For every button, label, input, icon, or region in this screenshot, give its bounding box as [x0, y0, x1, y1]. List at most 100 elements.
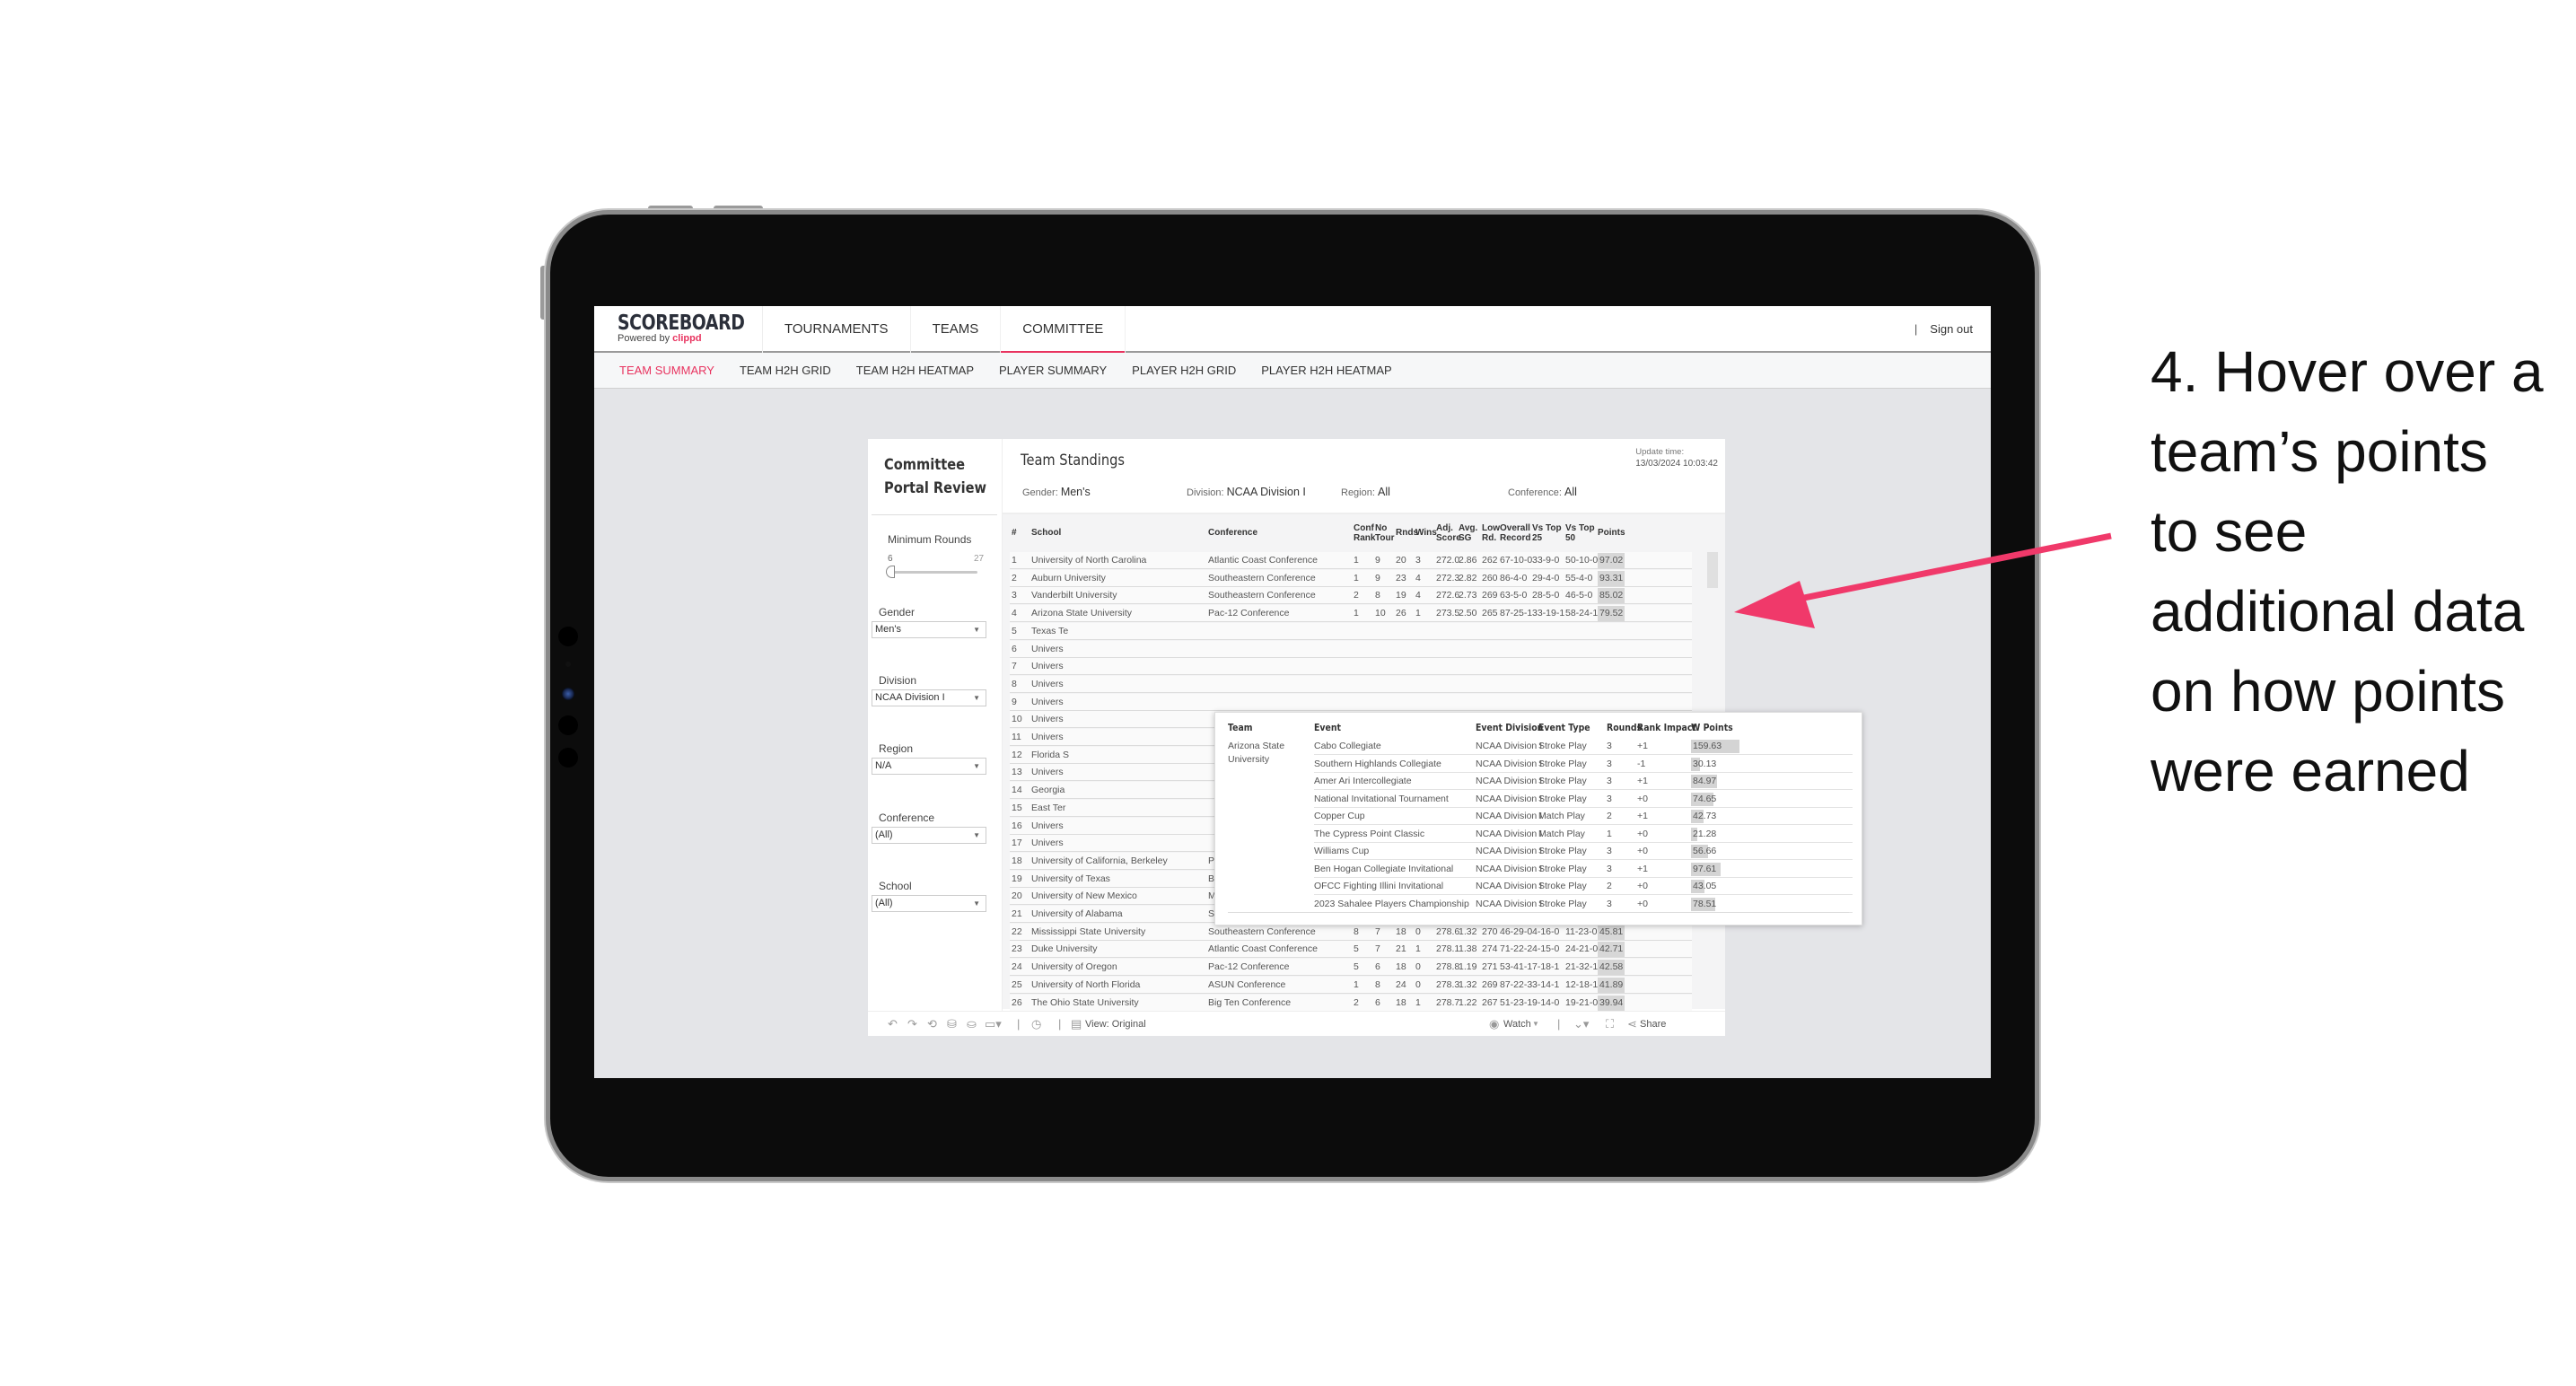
column-header-overall-record[interactable]: Overall Record [1500, 523, 1530, 543]
cell-wins: 4 [1415, 590, 1421, 601]
tab-player-h2h-grid[interactable]: PLAYER H2H GRID [1132, 353, 1236, 388]
watch-button[interactable]: Watch [1503, 1012, 1531, 1037]
nav-teams[interactable]: TEAMS [911, 306, 1002, 353]
tab-player-h2h-heatmap[interactable]: PLAYER H2H HEATMAP [1261, 353, 1391, 388]
cell-vs-top-25: 3-14-1 [1532, 978, 1560, 990]
cell-conf-rank: 1 [1354, 572, 1359, 583]
column-header-rank[interactable]: # [1012, 528, 1017, 538]
cell-points[interactable]: 41.89 [1598, 977, 1625, 993]
tooltip-cell-w-points: 159.63 [1693, 741, 1722, 751]
tooltip-cell-event-division: NCAA Division I [1476, 793, 1543, 804]
table-row[interactable]: 23 Duke University Atlantic Coast Conferen… [1010, 941, 1692, 959]
table-scrollbar[interactable] [1707, 552, 1718, 588]
column-header-vs-top-50[interactable]: Vs Top 50 [1565, 523, 1595, 543]
conference-dropdown[interactable]: (All) ▼ [872, 827, 986, 844]
sidebar-title-line2: Portal Review [884, 479, 987, 497]
tablet-camera [562, 688, 574, 700]
column-header-points[interactable]: Points [1598, 528, 1625, 538]
cell-vs-top-25: 7-18-1 [1532, 961, 1560, 973]
refresh-data-icon[interactable]: ⛁ [947, 1012, 957, 1037]
cell-conference: Southeastern Conference [1208, 572, 1316, 583]
gender-dropdown[interactable]: Men's ▼ [872, 621, 986, 638]
cell-rank: 7 [1012, 661, 1017, 672]
tooltip-cell-event-type: Stroke Play [1538, 846, 1587, 856]
view-icon: ▤ [1071, 1017, 1082, 1031]
download-icon[interactable]: ⌄▾ [1573, 1012, 1589, 1037]
column-header-no-tour[interactable]: No Tour [1375, 523, 1394, 543]
cell-rank: 21 [1012, 908, 1022, 919]
column-header-adj-score[interactable]: Adj. Score [1436, 523, 1461, 543]
tab-team-h2h-grid[interactable]: TEAM H2H GRID [740, 353, 831, 388]
cell-adj-score: 272.6 [1436, 590, 1460, 601]
school-dropdown[interactable]: (All) ▼ [872, 895, 986, 912]
column-header-avg-sg[interactable]: Avg. SG [1459, 523, 1477, 543]
cell-points[interactable]: 97.02 [1598, 553, 1625, 568]
tab-player-summary[interactable]: PLAYER SUMMARY [999, 353, 1107, 388]
cell-vs-top-50: 11-23-0 [1565, 925, 1598, 937]
revert-icon[interactable]: ⟲ [927, 1012, 937, 1037]
table-row[interactable]: 5 Texas Te [1010, 622, 1692, 640]
sidebar-title-line1: Committee [884, 456, 966, 474]
tooltip-column-w-points: W Points [1691, 722, 1733, 733]
cell-points[interactable]: 85.02 [1598, 588, 1625, 604]
column-header-vs-top-25[interactable]: Vs Top 25 [1532, 523, 1562, 543]
meta-value: All [1564, 486, 1577, 498]
tab-team-summary[interactable]: TEAM SUMMARY [619, 353, 714, 388]
tooltip-column-event-type: Event Type [1538, 722, 1590, 733]
cell-conference: Atlantic Coast Conference [1208, 555, 1318, 566]
cell-wins: 1 [1415, 943, 1421, 955]
nav-tournaments[interactable]: TOURNAMENTS [763, 306, 911, 353]
cell-conf-rank: 2 [1354, 590, 1359, 601]
cell-no-tour: 8 [1375, 978, 1380, 990]
cell-overall-record: 86-4-0 [1500, 572, 1528, 583]
metrics-icon[interactable]: ◷ [1031, 1012, 1041, 1037]
share-button[interactable]: Share [1640, 1012, 1666, 1037]
table-row[interactable]: 8 Univers [1010, 675, 1692, 693]
redo-icon[interactable]: ↷ [907, 1012, 917, 1037]
table-row[interactable]: 24 University of Oregon Pac-12 Conference 5… [1010, 959, 1692, 977]
division-dropdown[interactable]: NCAA Division I ▼ [872, 689, 986, 706]
table-row[interactable]: 9 Univers [1010, 693, 1692, 711]
meta-label: Gender: [1022, 487, 1061, 498]
cell-points[interactable]: 39.94 [1598, 995, 1625, 1011]
column-header-school[interactable]: School [1031, 528, 1061, 538]
table-row[interactable]: 7 Univers [1010, 658, 1692, 676]
tooltip-cell-rounds: 3 [1607, 776, 1612, 786]
table-row[interactable]: 1 University of North Carolina Atlantic Co… [1010, 552, 1692, 569]
table-row[interactable]: 2 Auburn University Southeastern Conferenc… [1010, 569, 1692, 587]
pause-data-icon[interactable]: ⛀ [967, 1012, 977, 1037]
signout-area: | Sign out [1914, 306, 1973, 353]
table-row[interactable]: 25 University of North Florida ASUN Confer… [1010, 976, 1692, 994]
cell-overall-record: 63-5-0 [1500, 590, 1528, 601]
tab-team-h2h-heatmap[interactable]: TEAM H2H HEATMAP [856, 353, 974, 388]
cell-school: Univers [1031, 714, 1064, 725]
table-row[interactable]: 6 Univers [1010, 640, 1692, 658]
tooltip-cell-event-type: Stroke Play [1538, 898, 1587, 909]
column-header-low-rd[interactable]: Low Rd. [1482, 523, 1500, 543]
table-row[interactable]: 26 The Ohio State University Big Ten Confe… [1010, 994, 1692, 1012]
cell-points[interactable]: 93.31 [1598, 570, 1625, 586]
fullscreen-icon[interactable]: ⛶ [1606, 1012, 1614, 1037]
cell-conf-rank: 2 [1354, 996, 1359, 1008]
scoreboard-logo[interactable]: SCOREBOARD Powered by clippd [618, 311, 773, 344]
table-row[interactable]: 22 Mississippi State University Southeaste… [1010, 923, 1692, 941]
view-original-button[interactable]: View: Original [1085, 1012, 1146, 1037]
cell-points[interactable]: 42.71 [1598, 942, 1625, 958]
column-header-wins[interactable]: Wins [1415, 528, 1437, 538]
min-rounds-slider-handle[interactable] [886, 566, 895, 578]
table-row[interactable]: 3 Vanderbilt University Southeastern Confe… [1010, 587, 1692, 605]
column-header-conference[interactable]: Conference [1208, 528, 1257, 538]
undo-icon[interactable]: ↶ [888, 1012, 898, 1037]
cell-low-rd: 265 [1482, 608, 1498, 619]
column-header-conf-rank[interactable]: Conf Rank [1354, 523, 1375, 543]
cell-points[interactable]: 45.81 [1598, 924, 1625, 940]
nav-committee[interactable]: COMMITTEE [1001, 306, 1126, 354]
highlight-icon[interactable]: ▭▾ [985, 1012, 1002, 1037]
signout-link[interactable]: Sign out [1930, 322, 1973, 336]
region-dropdown[interactable]: N/A ▼ [872, 758, 986, 775]
table-row[interactable]: 4 Arizona State University Pac-12 Conferen… [1010, 605, 1692, 623]
cell-points[interactable]: 79.52 [1598, 606, 1625, 622]
tooltip-cell-w-points: 78.51 [1693, 898, 1717, 909]
cell-points[interactable]: 42.58 [1598, 960, 1625, 976]
min-rounds-slider-track[interactable] [891, 571, 977, 574]
